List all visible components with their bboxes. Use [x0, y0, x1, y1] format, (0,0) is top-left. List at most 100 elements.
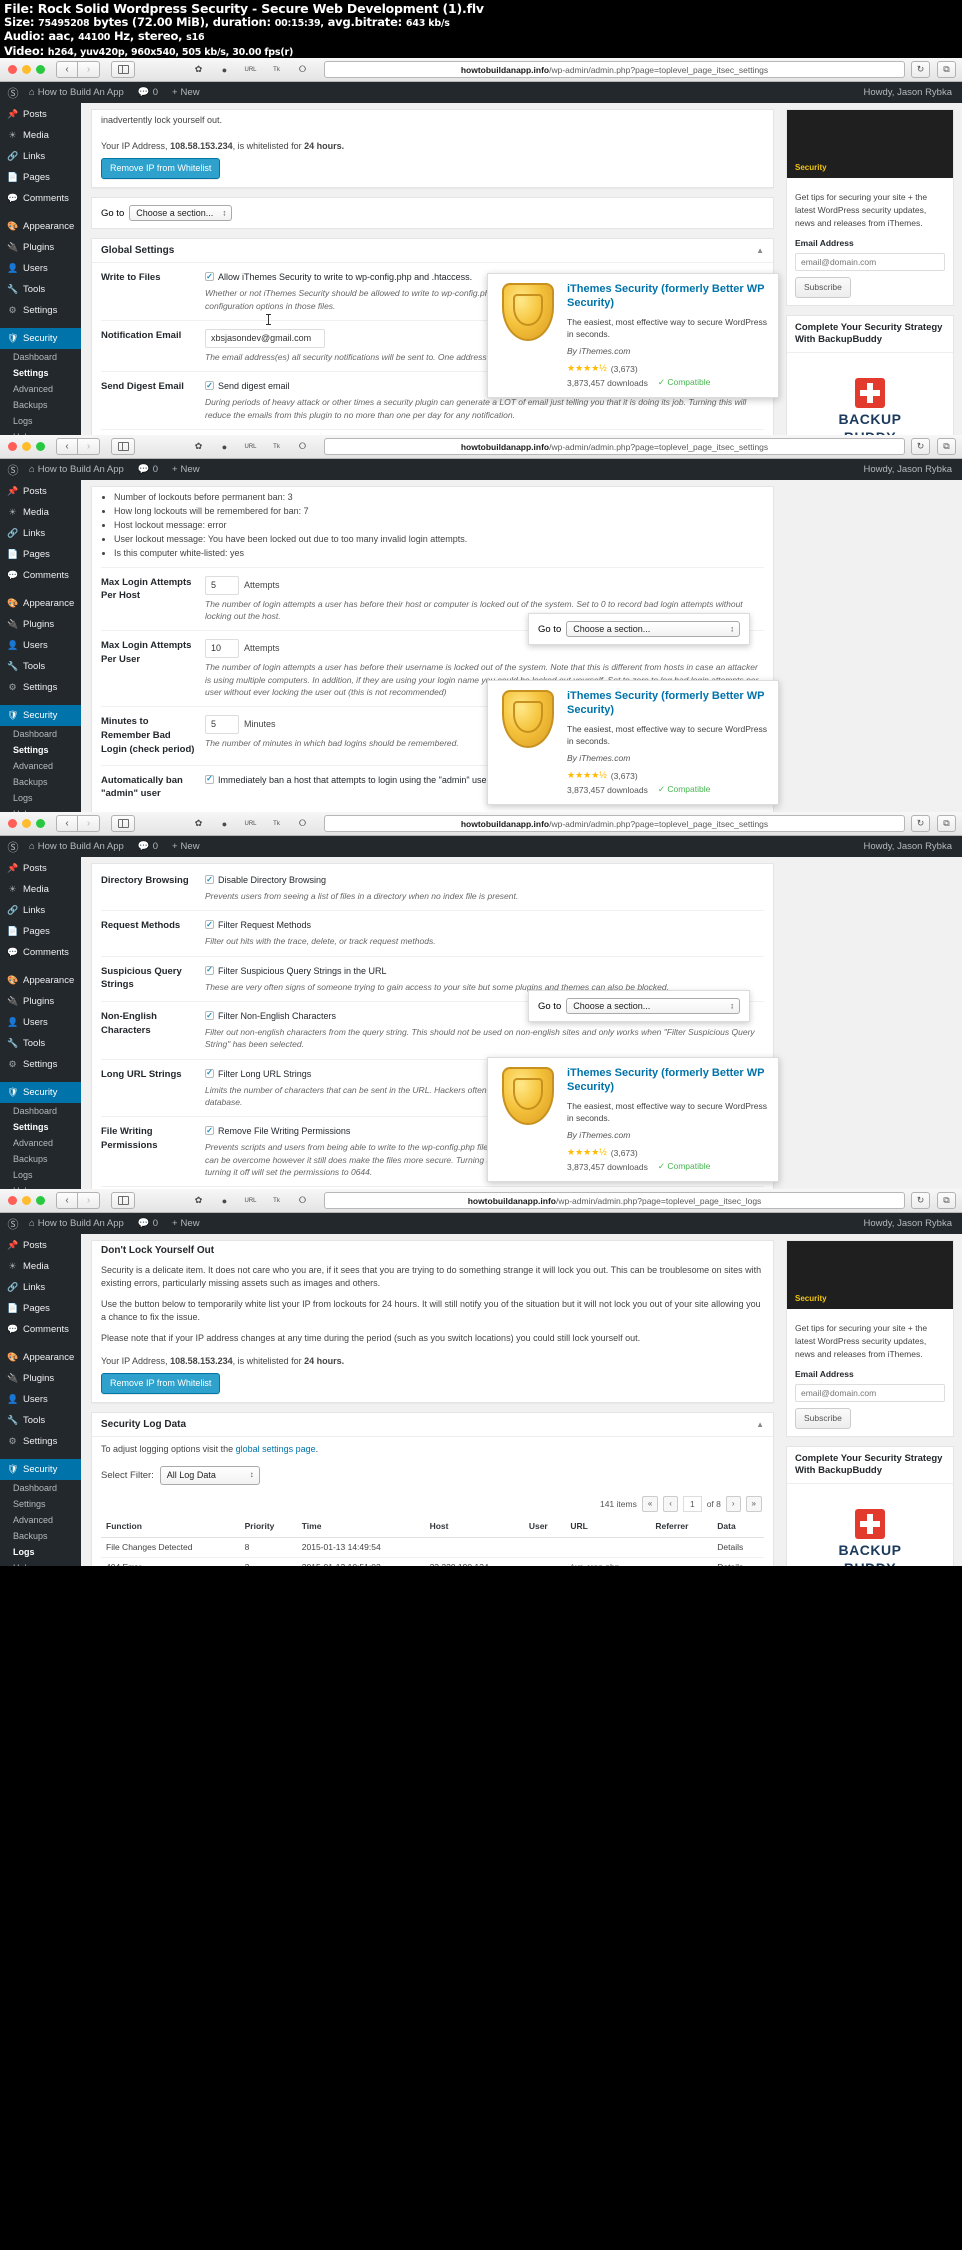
- forward-button[interactable]: ›: [78, 61, 100, 78]
- wordpress-logo-icon[interactable]: Ⓢ: [4, 1216, 22, 1232]
- sidebar-item-comments[interactable]: 💬 Comments: [0, 565, 81, 586]
- sidebar-item-posts[interactable]: 📌 Posts: [0, 104, 81, 125]
- col-host[interactable]: Host: [424, 1516, 524, 1538]
- circle-icon[interactable]: ●: [217, 439, 232, 454]
- tk-icon[interactable]: Tk: [269, 1193, 284, 1208]
- sidebar-item-tools[interactable]: 🔧 Tools: [0, 1033, 81, 1054]
- sidebar-item-pages[interactable]: 📄 Pages: [0, 1298, 81, 1319]
- adminbar-howdy[interactable]: Howdy, Jason Rybka: [863, 1218, 962, 1229]
- plugin-title[interactable]: iThemes Security (formerly Better WP Sec…: [567, 283, 768, 311]
- leaf-icon[interactable]: ✿: [191, 1193, 206, 1208]
- window-controls[interactable]: [8, 1196, 45, 1205]
- reload-button[interactable]: ↻: [911, 1192, 930, 1209]
- adminbar-howdy[interactable]: Howdy, Jason Rybka: [863, 464, 962, 475]
- minimize-icon[interactable]: [22, 442, 31, 451]
- url-icon[interactable]: URL: [243, 439, 258, 454]
- prev-page-button[interactable]: ‹: [663, 1496, 678, 1512]
- sidebar-sub-settings[interactable]: Settings: [0, 1119, 81, 1135]
- circle-icon[interactable]: ●: [217, 1193, 232, 1208]
- opera-icon[interactable]: ⭘: [295, 62, 310, 77]
- sidebar-item-settings[interactable]: ⚙ Settings: [0, 677, 81, 698]
- url-icon[interactable]: URL: [243, 62, 258, 77]
- sidebar-item-posts[interactable]: 📌 Posts: [0, 858, 81, 879]
- minimize-icon[interactable]: [22, 1196, 31, 1205]
- sidebar-sub-logs[interactable]: Logs: [0, 1167, 81, 1183]
- sidebar-sub-dashboard[interactable]: Dashboard: [0, 1480, 81, 1496]
- global-settings-header[interactable]: Global Settings ▲: [92, 239, 773, 264]
- sidebar-item-tools[interactable]: 🔧 Tools: [0, 656, 81, 677]
- adminbar-comments[interactable]: 💬 0: [131, 87, 165, 98]
- max-login-user-input[interactable]: 10: [205, 639, 239, 659]
- adminbar-new[interactable]: + New: [165, 87, 207, 98]
- sidebar-sub-backups[interactable]: Backups: [0, 1151, 81, 1167]
- sidebar-item-posts[interactable]: 📌 Posts: [0, 481, 81, 502]
- maximize-icon[interactable]: [36, 65, 45, 74]
- wordpress-logo-icon[interactable]: Ⓢ: [4, 839, 22, 855]
- sidebar-sub-logs[interactable]: Logs: [0, 1544, 81, 1560]
- email-field[interactable]: [795, 1384, 945, 1402]
- sidebar-sub-advanced[interactable]: Advanced: [0, 381, 81, 397]
- long-url-checkbox[interactable]: [205, 1068, 214, 1078]
- minimize-icon[interactable]: [22, 65, 31, 74]
- plugin-card-3[interactable]: iThemes Security (formerly Better WP Sec…: [487, 1057, 779, 1183]
- back-button[interactable]: ‹: [56, 815, 78, 832]
- sidebar-sub-logs[interactable]: Logs: [0, 790, 81, 806]
- adminbar-comments[interactable]: 💬 0: [131, 841, 165, 852]
- adminbar-howdy[interactable]: Howdy, Jason Rybka: [863, 87, 962, 98]
- adminbar-site[interactable]: ⌂ How to Build An App: [22, 1218, 131, 1229]
- write-to-files-checkbox[interactable]: [205, 272, 214, 282]
- chevron-up-icon[interactable]: ▲: [756, 1420, 764, 1429]
- tk-icon[interactable]: Tk: [269, 62, 284, 77]
- cell-details-link[interactable]: Details: [712, 1557, 764, 1566]
- last-page-button[interactable]: »: [745, 1496, 762, 1512]
- maximize-icon[interactable]: [36, 1196, 45, 1205]
- col-priority[interactable]: Priority: [239, 1516, 297, 1538]
- maximize-icon[interactable]: [36, 442, 45, 451]
- remember-bad-login-input[interactable]: 5: [205, 715, 239, 735]
- sidebar-toggle-icon[interactable]: [111, 61, 135, 78]
- subscribe-button[interactable]: Subscribe: [795, 1408, 851, 1429]
- sidebar-item-pages[interactable]: 📄 Pages: [0, 921, 81, 942]
- sidebar-item-users[interactable]: 👤 Users: [0, 1389, 81, 1410]
- close-icon[interactable]: [8, 442, 17, 451]
- section-select[interactable]: Choose a section...: [566, 621, 740, 637]
- sidebar-item-security[interactable]: 🛡 Security: [0, 705, 81, 726]
- back-button[interactable]: ‹: [56, 438, 78, 455]
- col-function[interactable]: Function: [101, 1516, 240, 1538]
- sidebar-item-users[interactable]: 👤 Users: [0, 1012, 81, 1033]
- log-filter-select[interactable]: All Log Data: [159, 1465, 260, 1485]
- tabs-button[interactable]: ⧉: [937, 438, 956, 455]
- sidebar-sub-backups[interactable]: Backups: [0, 1528, 81, 1544]
- address-bar[interactable]: howtobuildanapp.info/wp-admin/admin.php?…: [324, 815, 905, 832]
- request-methods-checkbox[interactable]: [205, 920, 214, 930]
- tk-icon[interactable]: Tk: [269, 439, 284, 454]
- suspicious-query-checkbox[interactable]: [205, 965, 214, 975]
- section-select[interactable]: Choose a section...: [129, 205, 233, 222]
- wordpress-logo-icon[interactable]: Ⓢ: [4, 85, 22, 101]
- sidebar-item-tools[interactable]: 🔧 Tools: [0, 1410, 81, 1431]
- adminbar-site[interactable]: ⌂ How to Build An App: [22, 464, 131, 475]
- tabs-button[interactable]: ⧉: [937, 815, 956, 832]
- sidebar-item-settings[interactable]: ⚙ Settings: [0, 1431, 81, 1452]
- security-log-header[interactable]: Security Log Data ▲: [92, 1413, 773, 1437]
- sidebar-item-media[interactable]: ☀ Media: [0, 879, 81, 900]
- max-login-host-input[interactable]: 5: [205, 575, 239, 595]
- col-data[interactable]: Data: [712, 1516, 764, 1538]
- sidebar-item-links[interactable]: 🔗 Links: [0, 1277, 81, 1298]
- reload-button[interactable]: ↻: [911, 815, 930, 832]
- wordpress-logo-icon[interactable]: Ⓢ: [4, 462, 22, 478]
- leaf-icon[interactable]: ✿: [191, 439, 206, 454]
- sidebar-item-tools[interactable]: 🔧 Tools: [0, 279, 81, 300]
- sidebar-item-security[interactable]: 🛡 Security: [0, 328, 81, 349]
- sidebar-item-settings[interactable]: ⚙ Settings: [0, 300, 81, 321]
- sidebar-item-posts[interactable]: 📌 Posts: [0, 1235, 81, 1256]
- sidebar-sub-advanced[interactable]: Advanced: [0, 1512, 81, 1528]
- sidebar-sub-settings[interactable]: Settings: [0, 365, 81, 381]
- sidebar-sub-logs[interactable]: Logs: [0, 413, 81, 429]
- adminbar-comments[interactable]: 💬 0: [131, 1218, 165, 1229]
- subscribe-button[interactable]: Subscribe: [795, 277, 851, 298]
- sidebar-item-settings[interactable]: ⚙ Settings: [0, 1054, 81, 1075]
- sidebar-toggle-icon[interactable]: [111, 1192, 135, 1209]
- sidebar-sub-dashboard[interactable]: Dashboard: [0, 349, 81, 365]
- remove-ip-button[interactable]: Remove IP from Whitelist: [101, 1372, 221, 1394]
